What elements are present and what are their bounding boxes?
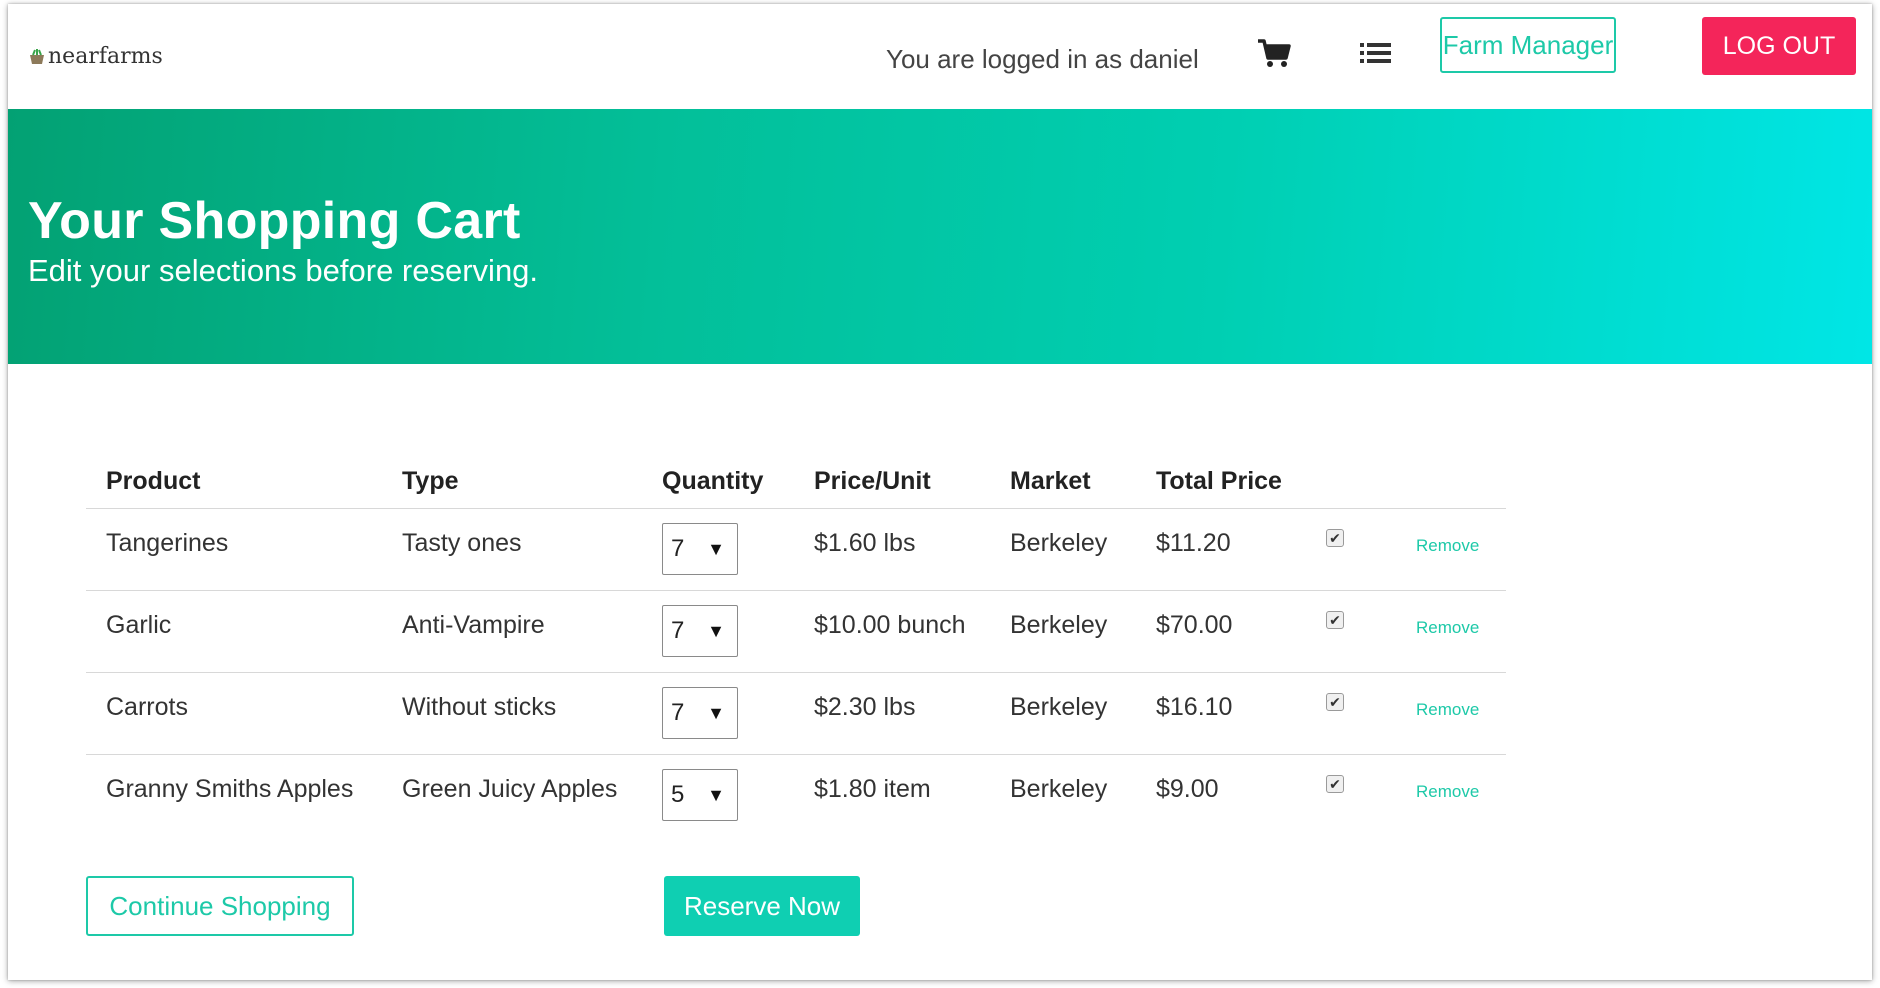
brand[interactable]: nearfarms — [28, 44, 163, 69]
navbar: nearfarms You are logged in as daniel Fa… — [8, 4, 1872, 109]
quantity-value: 7 — [671, 535, 685, 562]
basket-icon — [30, 48, 44, 64]
page-title: Your Shopping Cart — [28, 192, 521, 250]
app-window: nearfarms You are logged in as daniel Fa… — [8, 4, 1872, 980]
remove-link[interactable]: Remove — [1416, 536, 1479, 556]
cell-remove: Remove — [1396, 590, 1506, 673]
cell-product: Tangerines — [86, 508, 382, 591]
row-checkbox[interactable]: ✔ — [1326, 529, 1344, 547]
row-checkbox[interactable]: ✔ — [1326, 775, 1344, 793]
cell-market: Berkeley — [990, 508, 1136, 591]
column-header-remove — [1396, 454, 1506, 509]
remove-link[interactable]: Remove — [1416, 618, 1479, 638]
remove-link[interactable]: Remove — [1416, 782, 1479, 802]
row-checkbox[interactable]: ✔ — [1326, 693, 1344, 711]
dropdown-arrow-icon: ▼ — [707, 784, 725, 805]
cell-market: Berkeley — [990, 590, 1136, 673]
column-header-product: Product — [86, 454, 382, 509]
checkmark-icon: ✔ — [1329, 529, 1341, 546]
table-row: Carrots Without sticks 7 ▼ $2.30 lbs Ber… — [86, 672, 1506, 755]
quantity-value: 7 — [671, 699, 685, 726]
cell-total-price: $16.10 — [1136, 672, 1306, 755]
cell-total-price: $9.00 — [1156, 775, 1219, 803]
list-icon[interactable] — [1356, 36, 1396, 70]
column-header-market: Market — [990, 454, 1136, 509]
cell-quantity: 7 ▼ — [642, 672, 794, 755]
column-header-total-price: Total Price — [1136, 454, 1306, 509]
cell-select: ✔ — [1306, 508, 1396, 591]
column-header-quantity: Quantity — [642, 454, 794, 509]
logged-in-status: You are logged in as daniel — [886, 44, 1199, 74]
column-header-type: Type — [382, 454, 642, 509]
cell-price-unit: $2.30 lbs — [794, 672, 990, 755]
remove-link[interactable]: Remove — [1416, 700, 1479, 720]
cell-market: Berkeley — [990, 672, 1136, 755]
table-row: Tangerines Tasty ones 7 ▼ $1.60 lbs Berk… — [86, 508, 1506, 591]
cell-remove: Remove — [1396, 755, 1506, 837]
quantity-value: 7 — [671, 617, 685, 644]
cell-total-price: $11.20 — [1136, 508, 1306, 591]
cell-product: Carrots — [86, 672, 382, 755]
cell-quantity: 5 ▼ — [642, 755, 794, 837]
checkmark-icon: ✔ — [1329, 775, 1341, 792]
cell-type: Without sticks — [382, 672, 642, 755]
cell-price-unit: $1.80 item — [814, 775, 931, 803]
cart-table: Product Type Quantity Price/Unit Market … — [86, 454, 1506, 837]
cell-quantity: 7 ▼ — [642, 590, 794, 673]
table-row: Garlic Anti-Vampire 7 ▼ $10.00 bunch Ber… — [86, 590, 1506, 673]
cell-product: Granny Smiths Apples — [106, 775, 354, 803]
cell-type: Tasty ones — [382, 508, 642, 591]
cell-remove: Remove — [1396, 508, 1506, 591]
checkmark-icon: ✔ — [1329, 693, 1341, 710]
farm-manager-button[interactable]: Farm Manager — [1440, 17, 1616, 73]
cell-remove: Remove — [1396, 672, 1506, 755]
quantity-select[interactable]: 7 ▼ — [662, 523, 738, 575]
cell-price-unit: $1.60 lbs — [794, 508, 990, 591]
row-checkbox[interactable]: ✔ — [1326, 611, 1344, 629]
dropdown-arrow-icon: ▼ — [707, 620, 725, 641]
column-header-price-unit: Price/Unit — [794, 454, 990, 509]
dropdown-arrow-icon: ▼ — [707, 702, 725, 723]
cell-price-unit: $10.00 bunch — [794, 590, 990, 673]
quantity-value: 5 — [671, 781, 685, 808]
dropdown-arrow-icon: ▼ — [707, 538, 725, 559]
brand-name: nearfarms — [48, 44, 163, 69]
page-subtitle: Edit your selections before reserving. — [28, 253, 539, 288]
cell-select: ✔ — [1306, 755, 1396, 837]
quantity-select[interactable]: 7 ▼ — [662, 605, 738, 657]
cell-market: Berkeley — [1010, 775, 1108, 803]
cell-type: Green Juicy Apples — [402, 775, 618, 803]
cell-quantity: 7 ▼ — [642, 508, 794, 591]
quantity-select[interactable]: 7 ▼ — [662, 687, 738, 739]
quantity-select[interactable]: 5 ▼ — [662, 769, 738, 821]
reserve-now-button[interactable]: Reserve Now — [664, 876, 860, 936]
cell-total-price: $70.00 — [1136, 590, 1306, 673]
table-row: Granny Smiths Apples Green Juicy Apples … — [86, 755, 1506, 837]
cell-product: Garlic — [86, 590, 382, 673]
logout-button[interactable]: LOG OUT — [1702, 17, 1856, 75]
cell-type: Anti-Vampire — [382, 590, 642, 673]
cell-select: ✔ — [1306, 590, 1396, 673]
cell-select: ✔ — [1306, 672, 1396, 755]
table-header-row: Product Type Quantity Price/Unit Market … — [86, 454, 1506, 509]
hero-banner: Your Shopping Cart Edit your selections … — [8, 109, 1872, 364]
column-header-select — [1306, 454, 1396, 509]
checkmark-icon: ✔ — [1329, 611, 1341, 628]
continue-shopping-button[interactable]: Continue Shopping — [86, 876, 354, 936]
cart-icon[interactable] — [1254, 36, 1294, 70]
